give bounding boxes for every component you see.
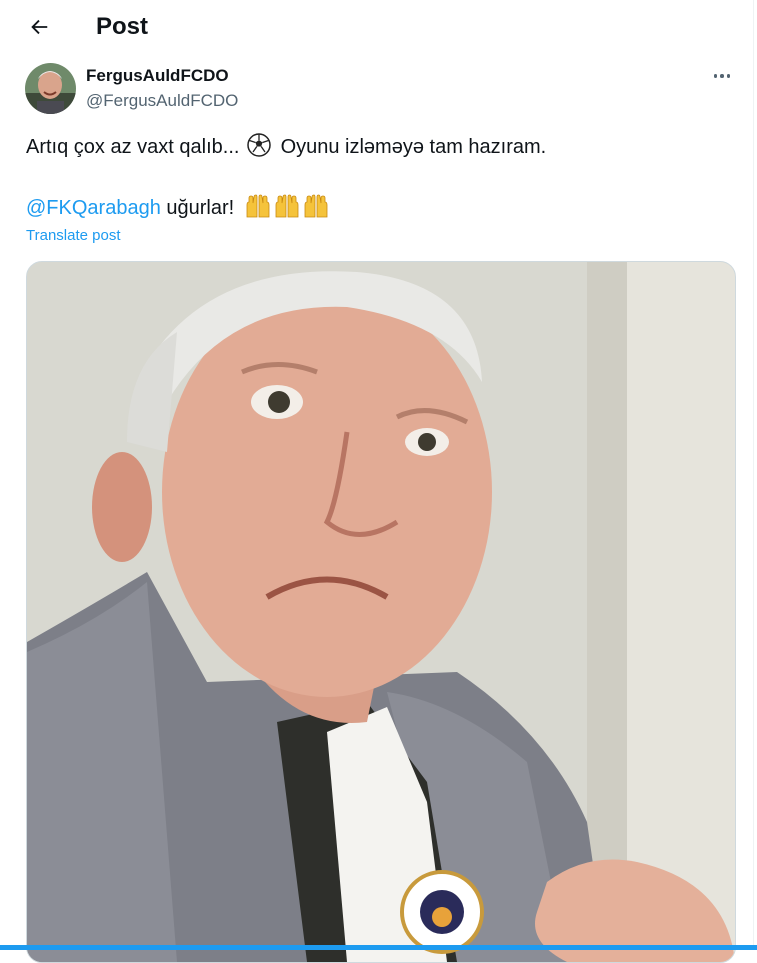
author-handle[interactable]: @FergusAuldFCDO (86, 90, 238, 112)
more-horizontal-icon (713, 74, 718, 78)
page-title: Post (96, 13, 149, 40)
author-display-name[interactable]: FergusAuldFCDO (86, 65, 229, 87)
post-column: Post FergusAuldFCDO @FergusAuldFCDO Artı… (0, 0, 754, 963)
post-text-part: Oyunu izləməyə tam hazıram. (280, 136, 547, 158)
translate-post-link[interactable]: Translate post (26, 227, 121, 245)
more-options-button[interactable] (706, 62, 738, 90)
post-text-part: uğurlar! (160, 197, 235, 219)
mention-link[interactable]: @FKQarabagh (26, 197, 161, 219)
post-text-part: Artıq çox az vaxt qalıb... (26, 136, 240, 158)
arrow-left-icon (31, 19, 48, 35)
post-media-photo[interactable] (26, 261, 736, 963)
bottom-accent-bar (0, 945, 757, 950)
avatar[interactable] (25, 63, 76, 114)
post-text-line1: Artıq çox az vaxt qalıb... Oyunu izləməy… (26, 133, 546, 160)
soccer-ball-icon (247, 133, 271, 157)
post-text-line2: @FKQarabagh uğurlar! (26, 193, 330, 226)
back-button[interactable] (22, 12, 56, 42)
header: Post (0, 0, 753, 53)
raising-hands-icon (244, 193, 330, 226)
